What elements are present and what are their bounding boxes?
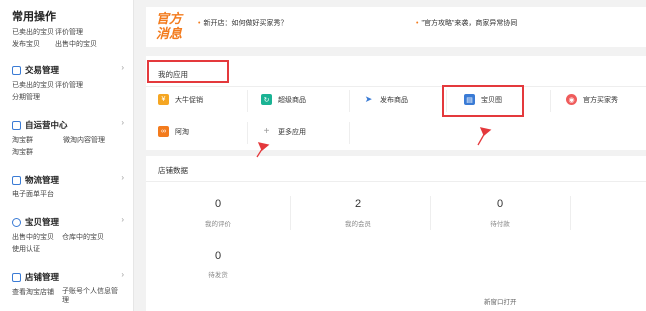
camera-icon: ◉ [566,94,577,105]
bullet-icon: • [416,20,419,27]
stat-value: 2 [354,198,362,210]
sidebar-link[interactable]: 电子面单平台 [12,189,54,199]
seller-dashboard: 常用操作 已卖出的宝贝 评价管理 发布宝贝 出售中的宝贝 交易管理 › 已卖出的… [0,0,646,311]
divider [146,181,646,182]
section-title: 店铺管理 [25,272,60,282]
divider [570,196,571,230]
app-super-goods[interactable]: ↻ 超级商品 [261,94,306,105]
open-new-window-link[interactable]: 新窗口打开 [484,296,517,306]
divider [430,196,431,230]
stat-value: 0 [496,198,504,210]
sidebar-link[interactable]: 微淘内容管理 [63,135,105,145]
sidebar-section-self-op[interactable]: 自运营中心 [12,119,68,131]
app-publish[interactable]: ➤ 发布商品 [363,94,408,105]
truck-icon [12,175,21,185]
divider [290,196,291,230]
divider [349,90,350,112]
user-icon [12,217,21,227]
sidebar-link[interactable]: 淘宝群 [12,135,33,145]
quick-link-publish[interactable]: 发布宝贝 [12,39,40,49]
divider [247,122,248,144]
shop-title: 店铺数据 [158,166,188,175]
chevron-right-icon[interactable]: › [121,270,124,279]
divider [146,86,646,87]
app-promo[interactable]: ¥ 大牛促销 [158,94,203,105]
chat-bubble-icon [12,120,21,130]
stat-label[interactable]: 待发货 [178,269,258,279]
stat-label[interactable]: 我的评价 [178,218,258,228]
app-label: 发布商品 [380,96,408,104]
chevron-right-icon[interactable]: › [121,118,124,127]
app-label: 大牛促销 [175,96,203,104]
app-label: 超级商品 [278,96,306,104]
quick-link-sold-items[interactable]: 已卖出的宝贝 [12,27,54,37]
plus-icon: + [261,126,272,137]
shop-data-panel: 店铺数据 0 我的评价 2 我的会员 0 待付款 0 待发货 新窗口打开 [146,156,646,311]
paper-plane-icon: ➤ [363,94,374,105]
app-atao[interactable]: ∞ 阿淘 [158,126,189,137]
message-item[interactable]: • "官方攻略"来袭，商家异常协同 [416,18,517,28]
app-label: 更多应用 [278,128,306,136]
sidebar-section-shop[interactable]: 店铺管理 [12,271,59,283]
stat-value: 0 [214,250,222,262]
message-text: 新开店：如何做好买家秀？ [203,20,288,27]
stat-label[interactable]: 待付款 [460,218,540,228]
section-title: 宝贝管理 [25,217,60,227]
sidebar-link[interactable]: 仓库中的宝贝 [62,232,104,242]
stat-label[interactable]: 我的会员 [318,218,398,228]
sidebar-section-items[interactable]: 宝贝管理 [12,216,59,228]
message-text: "官方攻略"来袭，商家异常协同 [421,20,518,27]
stat-value: 0 [214,198,222,210]
divider [550,90,551,112]
sidebar-link[interactable]: 评价管理 [55,80,83,90]
app-label: 阿淘 [175,128,189,136]
sidebar-link[interactable]: 分期管理 [12,92,40,102]
chat-icon: ∞ [158,126,169,137]
official-messages: 官方消息 • 新开店：如何做好买家秀？ • "官方攻略"来袭，商家异常协同 [146,7,646,47]
sidebar-section-logistics[interactable]: 物流管理 [12,174,59,186]
message-item[interactable]: • 新开店：如何做好买家秀？ [198,18,287,28]
store-icon [12,272,21,282]
sidebar: 常用操作 已卖出的宝贝 评价管理 发布宝贝 出售中的宝贝 交易管理 › 已卖出的… [0,0,134,311]
section-title: 自运营中心 [25,120,68,130]
quick-link-reviews[interactable]: 评价管理 [55,27,83,37]
apps-title: 我的应用 [158,70,188,79]
sidebar-link[interactable]: 淘宝群 [12,147,33,157]
sidebar-link[interactable]: 子账号个人信息管理 [62,287,120,305]
sidebar-title: 常用操作 [12,11,56,23]
messages-title: 官方消息 [156,11,183,41]
section-title: 交易管理 [25,65,60,75]
chevron-right-icon[interactable]: › [121,63,124,72]
divider [349,122,350,144]
highlight-box [442,85,524,117]
quick-link-on-sale[interactable]: 出售中的宝贝 [55,39,97,49]
app-label: 官方买家秀 [583,96,618,104]
sidebar-link[interactable]: 已卖出的宝贝 [12,80,54,90]
sidebar-section-trade[interactable]: 交易管理 [12,64,59,76]
section-title: 物流管理 [25,175,60,185]
trade-icon [12,65,21,75]
divider [247,90,248,112]
app-more[interactable]: + 更多应用 [261,126,306,137]
app-buyer-show[interactable]: ◉ 官方买家秀 [566,94,618,105]
refresh-icon: ↻ [261,94,272,105]
chevron-right-icon[interactable]: › [121,173,124,182]
promo-icon: ¥ [158,94,169,105]
chevron-right-icon[interactable]: › [121,215,124,224]
bullet-icon: • [198,20,201,27]
sidebar-link[interactable]: 使用认证 [12,244,40,254]
sidebar-link[interactable]: 查看淘宝店铺 [12,287,54,297]
sidebar-link[interactable]: 出售中的宝贝 [12,232,54,242]
my-apps-panel: 我的应用 ¥ 大牛促销 ↻ 超级商品 ➤ 发布商品 ▤ 宝贝图 ◉ 官方买家秀 … [146,56,646,150]
